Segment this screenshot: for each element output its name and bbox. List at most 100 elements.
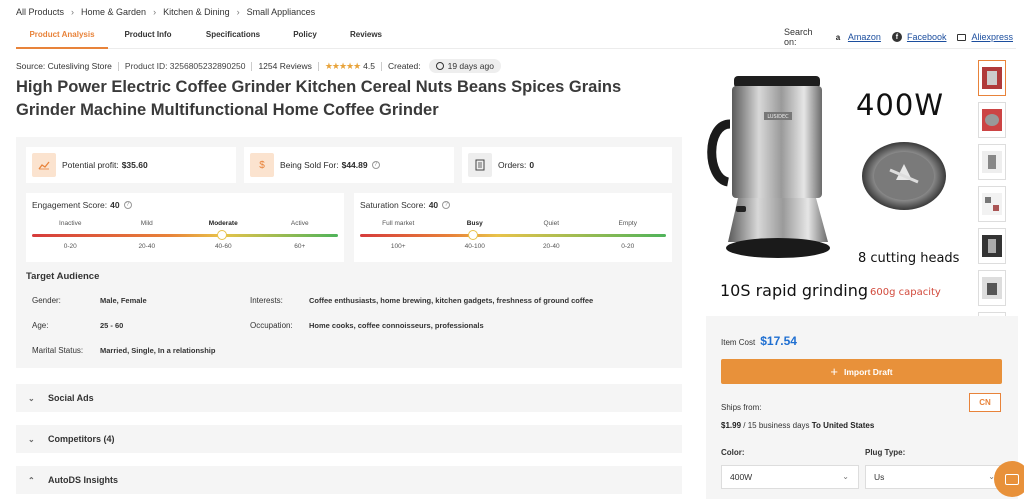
chat-support-button[interactable]: [994, 461, 1024, 497]
tab-policy[interactable]: Policy: [278, 25, 332, 49]
accordion-autods-insights[interactable]: ⌃ AutoDS Insights: [16, 466, 682, 494]
breadcrumb-separator: ›: [236, 7, 240, 17]
breadcrumb-all-products[interactable]: All Products: [16, 7, 64, 17]
import-draft-label: Import Draft: [843, 366, 893, 377]
breadcrumb-separator: ›: [71, 7, 75, 17]
target-audience-title: Target Audience: [26, 271, 100, 282]
facebook-link-label: Facebook: [906, 32, 947, 42]
facebook-icon: f: [891, 32, 902, 42]
color-label: Color:: [721, 448, 745, 457]
plug-type-select-value: Us: [874, 472, 885, 482]
breadcrumb-kitchen-dining[interactable]: Kitchen & Dining: [163, 7, 230, 17]
thumbnail-image[interactable]: [978, 186, 1006, 222]
search-on-bar: Search on: a Amazon f Facebook Aliexpres…: [784, 27, 1024, 47]
dollar-icon: $: [250, 153, 274, 177]
accordion-social-ads[interactable]: ⌄ Social Ads: [16, 384, 682, 412]
engagement-level-label: Active: [290, 220, 309, 227]
age-value: 25 - 60: [100, 321, 124, 330]
profit-value: $35.60: [121, 160, 148, 170]
engagement-score-header: Engagement Score: 40 ?: [32, 200, 132, 210]
breadcrumb-home-garden[interactable]: Home & Garden: [81, 7, 146, 17]
thumbnail-image[interactable]: [978, 60, 1006, 96]
saturation-range-label: 40-100: [464, 243, 485, 250]
potential-profit-card: Potential profit: $35.60: [26, 147, 236, 183]
engagement-level-label: Mild: [140, 220, 153, 227]
search-aliexpress-link[interactable]: Aliexpress: [957, 32, 1013, 42]
saturation-level-label: Quiet: [543, 220, 560, 227]
tab-reviews[interactable]: Reviews: [332, 25, 400, 49]
gender-label: Gender:: [32, 296, 61, 305]
ships-from-label: Ships from:: [721, 403, 762, 412]
gender-value: Male, Female: [100, 296, 147, 305]
shipping-destination: To United States: [811, 421, 875, 430]
chevron-down-icon: ⌄: [842, 472, 849, 481]
interests-value: Coffee enthusiasts, home brewing, kitche…: [309, 296, 594, 305]
mail-icon: [957, 33, 967, 41]
help-icon[interactable]: ?: [123, 201, 132, 209]
help-icon[interactable]: ?: [371, 161, 380, 169]
amazon-icon: a: [835, 32, 841, 42]
engagement-score-label: Engagement Score:: [32, 200, 108, 210]
orders-value: 0: [529, 160, 535, 170]
occupation-label: Occupation:: [250, 321, 293, 330]
brand-plate: LUSIDEC: [767, 114, 789, 120]
rating-stars-icon: ★★★★★: [324, 60, 361, 71]
search-on-label: Search on:: [784, 27, 813, 47]
tab-specifications[interactable]: Specifications: [188, 25, 278, 49]
divider: [381, 61, 382, 71]
search-facebook-link[interactable]: f Facebook: [891, 32, 947, 42]
interests-label: Interests:: [250, 296, 283, 305]
reviews-count[interactable]: 1254 Reviews: [258, 61, 311, 71]
saturation-score-card: Saturation Score: 40 ? Full market Busy Qu…: [354, 193, 672, 262]
product-main-image[interactable]: LUSIDEC 400W 8 cutting heads 10S rapid g…: [700, 58, 972, 316]
capacity-label: 600g capacity: [870, 287, 941, 298]
plug-type-select[interactable]: Us ⌄: [865, 465, 1005, 489]
created-label: Created:: [388, 61, 421, 71]
item-cost: Item Cost $17.54: [721, 334, 797, 348]
sold-value: $44.89: [341, 160, 368, 170]
rapid-grinding-label: 10S rapid grinding: [720, 281, 869, 300]
source-store: Source: Cutesliving Store: [16, 61, 112, 71]
breadcrumb-small-appliances[interactable]: Small Appliances: [247, 7, 316, 17]
saturation-gauge-knob: [468, 230, 479, 240]
search-amazon-link[interactable]: a Amazon: [833, 32, 881, 42]
tab-product-info[interactable]: Product Info: [108, 25, 188, 49]
ships-from-cn-button[interactable]: CN: [969, 393, 1001, 412]
import-draft-button[interactable]: + Import Draft: [721, 359, 1002, 384]
shipping-days: / 15 business days: [743, 421, 810, 430]
occupation-value: Home cooks, coffee connoisseurs, profess…: [309, 321, 484, 330]
rating-value: 4.5: [363, 61, 375, 71]
engagement-range-label: 60+: [294, 243, 306, 250]
saturation-score-value: 40: [428, 200, 439, 210]
marital-status-value: Married, Single, In a relationship: [100, 346, 216, 355]
engagement-score-value: 40: [110, 200, 120, 210]
item-cost-label: Item Cost: [721, 338, 756, 347]
engagement-range-label: 40-60: [214, 243, 232, 250]
engagement-range-label: 20-40: [138, 243, 156, 250]
accordion-competitors[interactable]: ⌄ Competitors (4): [16, 425, 682, 453]
marital-status-label: Marital Status:: [32, 346, 84, 355]
color-select-value: 400W: [730, 472, 753, 482]
tab-product-analysis[interactable]: Product Analysis: [16, 25, 108, 49]
saturation-range-label: 20-40: [542, 243, 560, 250]
shipping-info: $1.99 / 15 business days To United State…: [721, 421, 874, 430]
being-sold-for-card: $ Being Sold For: $44.89 ?: [244, 147, 454, 183]
accordion-competitors-label: Competitors (4): [48, 434, 115, 444]
color-select[interactable]: 400W ⌄: [721, 465, 859, 489]
thumbnail-image[interactable]: [978, 270, 1006, 306]
sold-label: Being Sold For:: [280, 160, 339, 170]
product-title: High Power Electric Coffee Grinder Kitch…: [16, 78, 622, 119]
watts-label: 400W: [855, 88, 944, 122]
orders-label: Orders:: [498, 160, 527, 170]
thumbnail-image[interactable]: [978, 228, 1006, 264]
amazon-link-label: Amazon: [847, 32, 881, 42]
chart-icon: [32, 153, 56, 177]
thumbnail-image[interactable]: [978, 102, 1006, 138]
created-value: 19 days ago: [447, 61, 494, 71]
help-icon[interactable]: ?: [442, 201, 451, 209]
saturation-level-label: Busy: [466, 220, 483, 227]
engagement-score-card: Engagement Score: 40 ? Inactive Mild Moder…: [26, 193, 344, 262]
image-thumbnails: [978, 60, 1008, 354]
thumbnail-image[interactable]: [978, 144, 1006, 180]
saturation-range-label: 100+: [390, 243, 406, 250]
